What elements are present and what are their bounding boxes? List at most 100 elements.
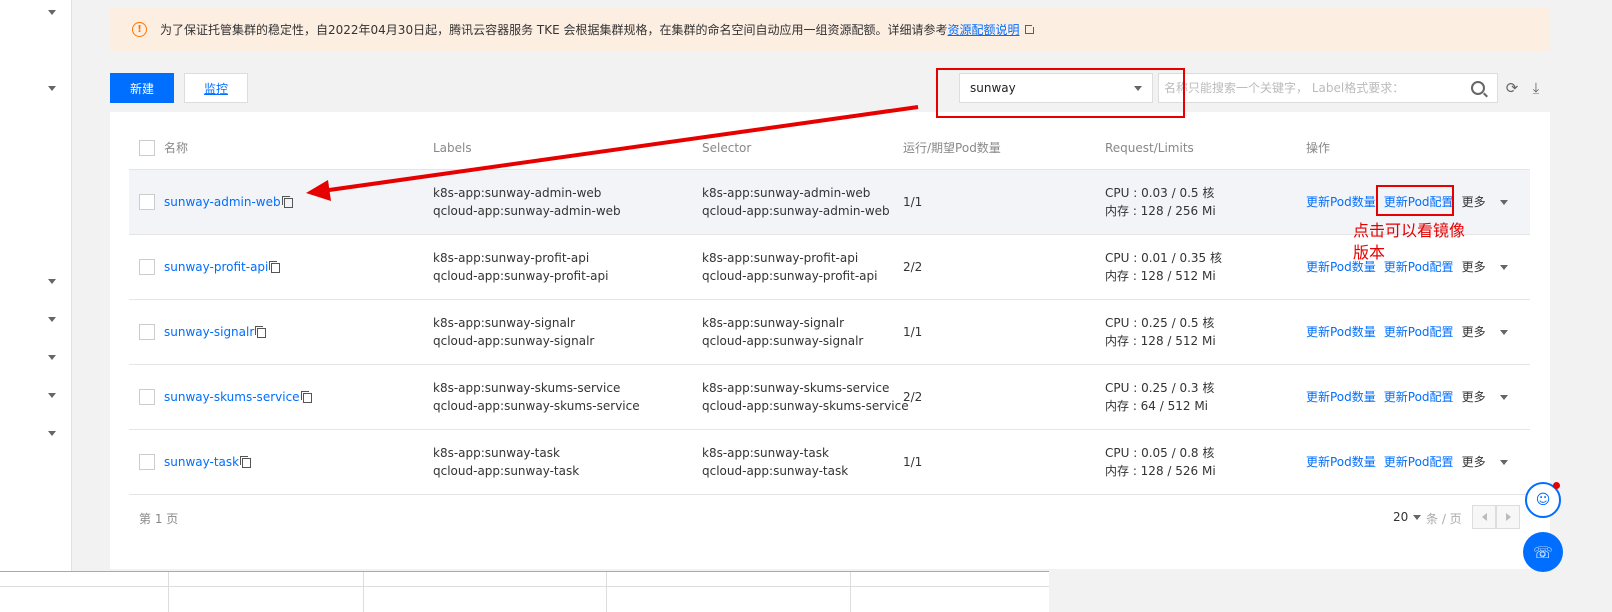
- label-value: qcloud-app:sunway-skums-service: [433, 399, 640, 413]
- more-menu[interactable]: 更多: [1462, 193, 1516, 211]
- more-menu[interactable]: 更多: [1462, 453, 1516, 471]
- pod-count: 2/2: [903, 260, 923, 274]
- chevron-down-icon[interactable]: [48, 279, 56, 284]
- update-pod-count-link[interactable]: 更新Pod数量: [1306, 193, 1376, 211]
- selector-value: qcloud-app:sunway-profit-api: [702, 269, 878, 283]
- workload-name-link[interactable]: sunway-admin-web: [164, 193, 281, 211]
- row-checkbox[interactable]: [139, 324, 155, 340]
- update-pod-count-link[interactable]: 更新Pod数量: [1306, 388, 1376, 406]
- headset-support-button[interactable]: ☏: [1523, 532, 1563, 572]
- namespace-value: sunway: [970, 81, 1016, 95]
- assistant-bot-button[interactable]: ☺: [1525, 482, 1561, 518]
- chevron-down-icon: [1413, 514, 1422, 520]
- background-table: [0, 571, 1049, 612]
- chevron-down-icon[interactable]: [48, 317, 56, 322]
- chevron-down-icon[interactable]: [48, 355, 56, 360]
- pod-count: 1/1: [903, 195, 923, 209]
- more-label: 更多: [1461, 195, 1486, 209]
- table-header: 名称 Labels Selector 运行/期望Pod数量 Request/Li…: [129, 126, 1530, 170]
- quota-doc-link[interactable]: 资源配额说明: [948, 21, 1020, 38]
- table-row: sunway-skums-service k8s-app:sunway-skum…: [129, 365, 1530, 430]
- copy-icon[interactable]: [269, 261, 281, 273]
- page-indicator: 第 1 页: [139, 512, 179, 526]
- more-label: 更多: [1461, 390, 1486, 404]
- selector-value: qcloud-app:sunway-signalr: [702, 334, 864, 348]
- download-icon[interactable]: ⤓: [1527, 78, 1545, 98]
- cpu-value: CPU : 0.03 / 0.5 核: [1105, 186, 1215, 200]
- update-pod-count-link[interactable]: 更新Pod数量: [1306, 323, 1376, 341]
- column-header: Labels: [433, 140, 472, 155]
- refresh-icon[interactable]: ⟳: [1503, 78, 1521, 98]
- chevron-down-icon[interactable]: [48, 393, 56, 398]
- column-header: 运行/期望Pod数量: [903, 140, 1001, 155]
- copy-icon[interactable]: [255, 326, 267, 338]
- workload-name-link[interactable]: sunway-signalr: [164, 323, 254, 341]
- cpu-value: CPU : 0.05 / 0.8 核: [1105, 446, 1215, 460]
- column-header[interactable]: 名称: [164, 126, 188, 169]
- chevron-down-icon: [1499, 329, 1508, 335]
- label-value: qcloud-app:sunway-profit-api: [433, 269, 609, 283]
- next-page-button[interactable]: [1496, 505, 1520, 529]
- selector-value: k8s-app:sunway-admin-web: [702, 186, 871, 200]
- copy-icon[interactable]: [240, 456, 252, 468]
- chevron-down-icon[interactable]: [48, 10, 56, 15]
- more-label: 更多: [1461, 455, 1486, 469]
- copy-icon[interactable]: [281, 196, 293, 208]
- update-pod-config-link[interactable]: 更新Pod配置: [1384, 193, 1454, 211]
- chevron-down-icon: [1499, 394, 1508, 400]
- table-row: sunway-task k8s-app:sunway-task qcloud-ap…: [129, 430, 1530, 495]
- chevron-down-icon[interactable]: [48, 431, 56, 436]
- selector-value: k8s-app:sunway-profit-api: [702, 251, 859, 265]
- external-link-icon[interactable]: [1024, 23, 1036, 34]
- quota-notice: ! 为了保证托管集群的稳定性，自2022年04月30日起，腾讯云容器服务 TKE…: [110, 7, 1550, 52]
- annotation-text: 点击可以看镜像 版本: [1353, 220, 1465, 264]
- update-pod-count-link[interactable]: 更新Pod数量: [1306, 453, 1376, 471]
- workload-name-link[interactable]: sunway-task: [164, 453, 239, 471]
- label-value: qcloud-app:sunway-signalr: [433, 334, 595, 348]
- more-menu[interactable]: 更多: [1462, 388, 1516, 406]
- chevron-down-icon: [1499, 459, 1508, 465]
- selector-value: qcloud-app:sunway-admin-web: [702, 204, 890, 218]
- create-button[interactable]: 新建: [110, 73, 174, 103]
- more-label: 更多: [1461, 325, 1486, 339]
- monitor-button[interactable]: 监控: [184, 73, 248, 103]
- search-icon[interactable]: [1471, 81, 1485, 95]
- more-menu[interactable]: 更多: [1462, 323, 1516, 341]
- row-checkbox[interactable]: [139, 454, 155, 470]
- label-value: k8s-app:sunway-signalr: [433, 316, 576, 330]
- chevron-down-icon: [1499, 199, 1508, 205]
- page-size-select[interactable]: 20: [1393, 510, 1422, 524]
- chevron-left-icon: [1481, 513, 1487, 521]
- chevron-down-icon[interactable]: [48, 86, 56, 91]
- mem-value: 内存 : 128 / 256 Mi: [1105, 204, 1216, 218]
- search-box[interactable]: [1158, 73, 1498, 103]
- mem-value: 内存 : 64 / 512 Mi: [1105, 399, 1209, 413]
- selector-value: k8s-app:sunway-task: [702, 446, 829, 460]
- cpu-value: CPU : 0.01 / 0.35 核: [1105, 251, 1222, 265]
- select-all-checkbox[interactable]: [139, 139, 155, 156]
- row-checkbox[interactable]: [139, 389, 155, 405]
- update-pod-config-link[interactable]: 更新Pod配置: [1384, 323, 1454, 341]
- namespace-select[interactable]: sunway: [959, 73, 1153, 103]
- selector-value: qcloud-app:sunway-skums-service: [702, 399, 909, 413]
- page-size-value: 20: [1393, 510, 1409, 524]
- selector-value: qcloud-app:sunway-task: [702, 464, 849, 478]
- copy-icon[interactable]: [300, 391, 312, 403]
- selector-value: k8s-app:sunway-signalr: [702, 316, 845, 330]
- update-pod-config-link[interactable]: 更新Pod配置: [1384, 388, 1454, 406]
- update-pod-config-link[interactable]: 更新Pod配置: [1384, 453, 1454, 471]
- more-menu[interactable]: 更多: [1462, 258, 1516, 276]
- mem-value: 内存 : 128 / 512 Mi: [1105, 334, 1216, 348]
- label-value: k8s-app:sunway-skums-service: [433, 381, 621, 395]
- workload-name-link[interactable]: sunway-skums-service: [164, 388, 300, 406]
- prev-page-button[interactable]: [1472, 505, 1496, 529]
- chevron-down-icon: [1134, 85, 1142, 91]
- workload-name-link[interactable]: sunway-profit-api: [164, 258, 268, 276]
- smile-icon: ☺: [1535, 492, 1551, 508]
- search-input[interactable]: [1159, 74, 1471, 102]
- annotation-line: 点击可以看镜像: [1353, 221, 1466, 240]
- label-value: qcloud-app:sunway-task: [433, 464, 580, 478]
- row-checkbox[interactable]: [139, 194, 155, 210]
- row-checkbox[interactable]: [139, 259, 155, 275]
- pod-count: 1/1: [903, 455, 923, 469]
